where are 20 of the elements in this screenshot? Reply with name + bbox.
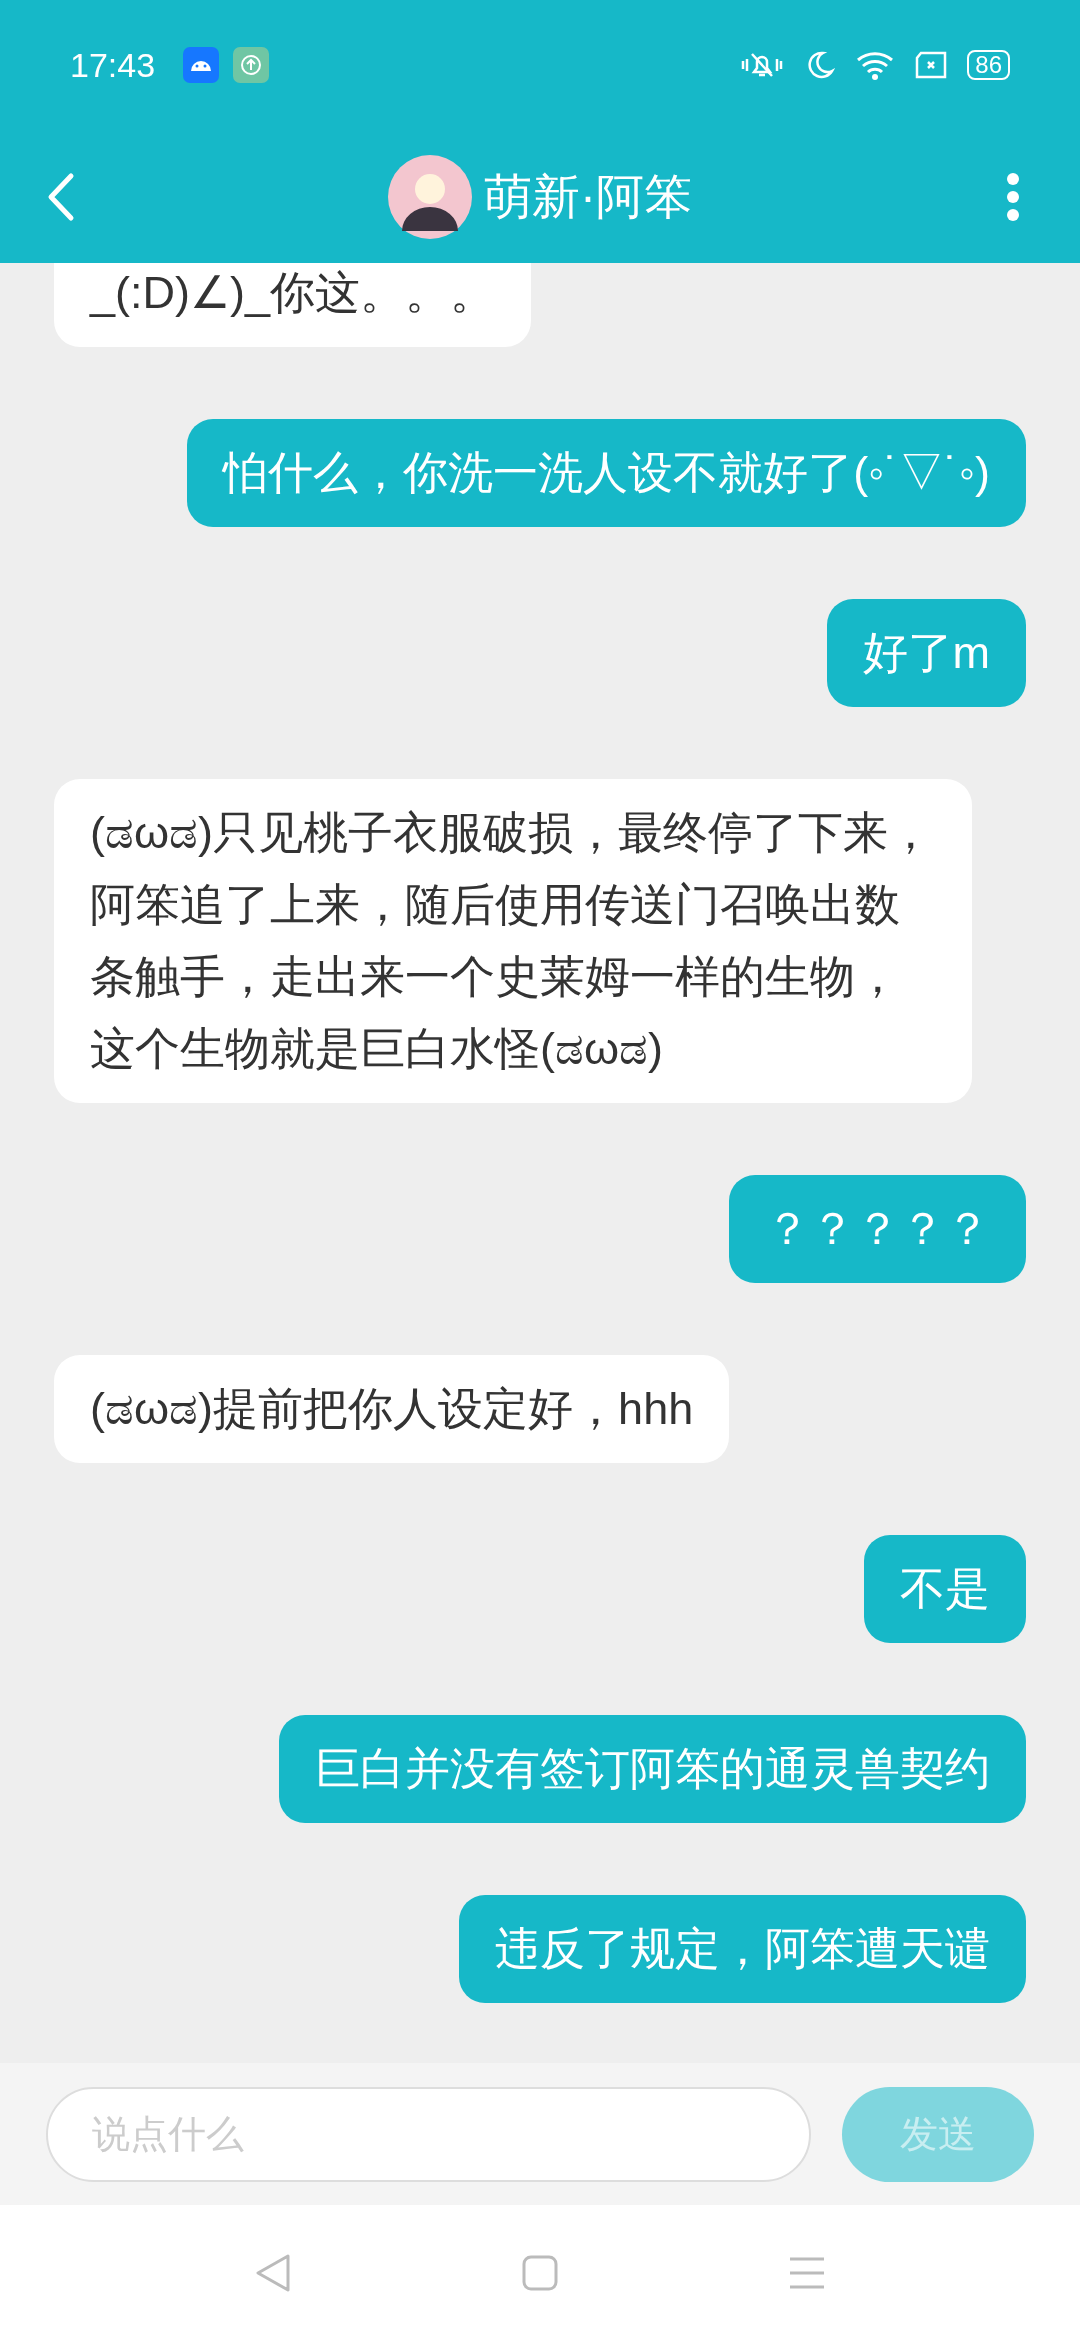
upload-icon — [233, 47, 270, 83]
home-nav-icon[interactable] — [522, 2254, 558, 2291]
back-nav-icon[interactable] — [254, 2252, 292, 2293]
more-options-icon[interactable] — [1006, 171, 1020, 222]
message-bubble: 不是 — [864, 1535, 1026, 1643]
clock: 17:43 — [70, 44, 156, 86]
message-bubble: (ಡωಡ)只见桃子衣服破损，最终停了下来，阿笨追了上来，随后使用传送门召唤出数条触手，走出来一个史莱姆一样的生物，这个生物就是巨白水怪(ಡωಡ) — [54, 779, 972, 1103]
back-icon[interactable] — [46, 171, 76, 222]
moon-icon — [805, 50, 836, 80]
message-bubble: 违反了规定，阿笨遭天谴 — [459, 1895, 1026, 2003]
message-bubble: (ಡωಡ)提前把你人设定好，hhh — [54, 1355, 730, 1463]
chat-title: 萌新·阿笨 — [484, 168, 692, 225]
message-bubble: 好了m — [826, 599, 1026, 707]
message-bubble: _(:D)∠)_你这。。。 — [54, 263, 531, 347]
android-app-icon — [183, 47, 220, 83]
message-bubble: 怕什么，你洗一洗人设不就好了(◦˙▽˙◦) — [187, 419, 1026, 527]
menu-nav-icon[interactable] — [788, 2255, 826, 2290]
battery-indicator: 86 — [967, 50, 1010, 80]
message-bubble: 巨白并没有签订阿笨的通灵兽契约 — [279, 1715, 1026, 1823]
message-bubble: ？？？？？ — [729, 1175, 1026, 1283]
